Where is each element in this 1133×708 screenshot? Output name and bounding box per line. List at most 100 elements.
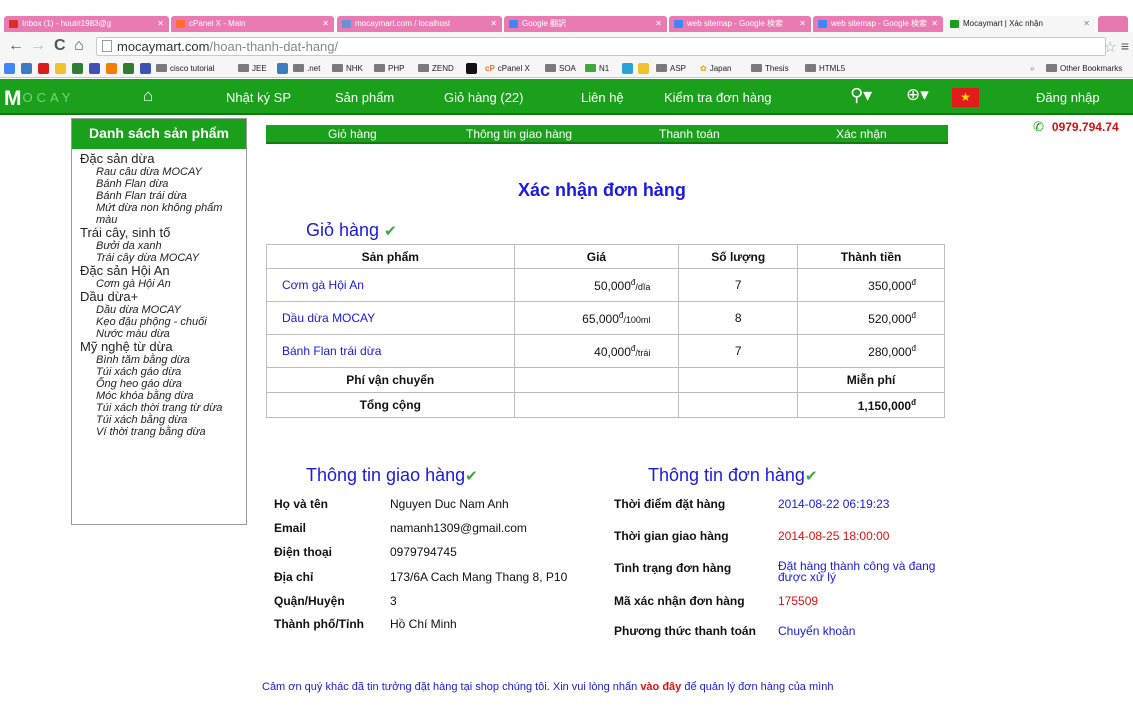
- nav-nhat-ky-sp[interactable]: Nhật ký SP: [226, 90, 291, 105]
- bookmark-asp[interactable]: ASP: [656, 62, 686, 75]
- category-my-nghe[interactable]: Mỹ nghệ từ dừa: [80, 340, 246, 354]
- bookmark-icon[interactable]: [106, 63, 117, 74]
- close-icon[interactable]: ✕: [157, 16, 164, 32]
- close-icon[interactable]: ✕: [655, 16, 662, 32]
- bookmark-icon[interactable]: [466, 63, 477, 74]
- bookmark-jee[interactable]: JEE: [238, 62, 267, 75]
- address-bar-row: ← → C ⌂ mocaymart.com/hoan-thanh-dat-han…: [0, 32, 1133, 60]
- folder-icon: [332, 64, 343, 72]
- bookmark-soa[interactable]: SOA: [545, 62, 576, 75]
- bookmark-icon[interactable]: [21, 63, 32, 74]
- chevron-right-icon[interactable]: »: [1030, 62, 1034, 75]
- vietnam-flag-icon[interactable]: ★: [952, 88, 979, 107]
- tab-google-translate[interactable]: Google 翻訳 ✕: [504, 16, 667, 32]
- currency-symbol: đ: [911, 397, 916, 407]
- sidebar-item[interactable]: Ví thời trang bằng dừa: [80, 426, 246, 438]
- bookmark-icon[interactable]: [638, 63, 649, 74]
- sidebar-item[interactable]: Bánh Flan dừa: [80, 178, 246, 190]
- sidebar-item[interactable]: Bình tăm bằng dừa: [80, 354, 246, 366]
- bookmark-icon[interactable]: [123, 63, 134, 74]
- bookmark-dotnet[interactable]: .net: [293, 62, 320, 75]
- tab-google-search-2[interactable]: web sitemap - Google 検索 ✕: [813, 16, 943, 32]
- bookmark-zend[interactable]: ZEND: [418, 62, 454, 75]
- close-icon[interactable]: ✕: [490, 16, 497, 32]
- bookmark-thesis[interactable]: Thesis: [751, 62, 789, 75]
- nav-san-pham[interactable]: Sản phẩm: [335, 90, 394, 105]
- bookmark-icon[interactable]: [277, 63, 288, 74]
- nav-lien-he[interactable]: Liên hệ: [581, 90, 624, 105]
- line-total-value: 520,000: [868, 311, 912, 326]
- sidebar-item[interactable]: Móc khóa bằng dừa: [80, 390, 246, 402]
- category-dau-dua[interactable]: Dầu dừa+: [80, 290, 246, 304]
- bookmark-nhk[interactable]: NHK: [332, 62, 363, 75]
- home-icon[interactable]: ⌂: [143, 86, 153, 106]
- logo-letter: M: [4, 87, 23, 110]
- tab-localhost[interactable]: mocaymart.com / localhost ✕: [337, 16, 502, 32]
- bookmark-star-icon[interactable]: ☆: [1104, 38, 1117, 56]
- login-link[interactable]: Đăng nhập: [1036, 90, 1100, 105]
- sidebar-item[interactable]: Túi xách gáo dừa: [80, 366, 246, 378]
- back-icon[interactable]: ←: [8, 36, 24, 56]
- bookmark-label: Thesis: [765, 64, 789, 73]
- sidebar-item[interactable]: Ống heo gáo dừa: [80, 378, 246, 390]
- nav-gio-hang[interactable]: Giỏ hàng (22): [444, 90, 524, 105]
- bookmark-n1[interactable]: N1: [585, 62, 609, 75]
- youtube-icon[interactable]: [38, 63, 49, 74]
- category-hoi-an[interactable]: Đặc sản Hội An: [80, 264, 246, 278]
- product-link[interactable]: Dầu dừa MOCAY: [266, 301, 515, 335]
- close-icon[interactable]: ✕: [931, 16, 938, 32]
- sidebar-item[interactable]: Túi xách thời trang từ dừa: [80, 402, 246, 414]
- bookmark-other[interactable]: Other Bookmarks: [1046, 62, 1122, 75]
- menu-icon[interactable]: ≡: [1121, 38, 1129, 54]
- bookmark-icon[interactable]: [55, 63, 66, 74]
- bookmark-icon[interactable]: [89, 63, 100, 74]
- bookmark-label: cisco tutorial: [170, 64, 215, 73]
- total-label: Tổng cộng: [266, 392, 515, 418]
- bookmark-cisco-tutorial[interactable]: cisco tutorial: [156, 62, 214, 75]
- bookmark-icon[interactable]: [72, 63, 83, 74]
- home-icon[interactable]: ⌂: [74, 36, 84, 56]
- bookmark-cpanel[interactable]: cP cPanel X: [485, 62, 530, 75]
- mail-icon: [9, 20, 18, 28]
- product-link[interactable]: Cơm gà Hội An: [266, 268, 515, 302]
- sidebar-item[interactable]: Bánh Flan trái dừa: [80, 190, 246, 202]
- tab-cpanel[interactable]: cPanel X - Main ✕: [171, 16, 334, 32]
- sidebar-item[interactable]: Kẹo đậu phộng - chuối: [80, 316, 246, 328]
- bookmark-html5[interactable]: HTML5: [805, 62, 845, 75]
- url-input[interactable]: mocaymart.com/hoan-thanh-dat-hang/: [96, 37, 1106, 56]
- apps-icon[interactable]: [4, 63, 15, 74]
- sidebar-item[interactable]: Dầu dừa MOCAY: [80, 304, 246, 316]
- bookmark-japan[interactable]: ✿ Japan: [700, 62, 732, 75]
- manage-orders-link[interactable]: vào đây: [640, 681, 681, 693]
- close-icon[interactable]: ✕: [1083, 16, 1090, 32]
- globe-icon[interactable]: ⊕▾: [906, 85, 929, 105]
- hotline[interactable]: ✆ 0979.794.74: [1033, 119, 1119, 135]
- tab-mocaymart[interactable]: Mocaymart | Xác nhận ✕: [945, 16, 1095, 32]
- category-dac-san-dua[interactable]: Đặc sản dừa: [80, 152, 246, 166]
- tab-google-search-1[interactable]: web sitemap - Google 検索 ✕: [669, 16, 811, 32]
- step-xac-nhan: Xác nhận: [836, 127, 887, 141]
- delivery-title-text: Thông tin giao hàng: [306, 465, 466, 485]
- tab-inbox[interactable]: Inbox (1) - huutri1983@g ✕: [4, 16, 169, 32]
- sidebar-item[interactable]: Rau câu dừa MOCAY: [80, 166, 246, 178]
- bookmark-php[interactable]: PHP: [374, 62, 404, 75]
- bookmark-icon[interactable]: [622, 63, 633, 74]
- info-label: Họ và tên: [274, 497, 329, 511]
- japan-icon: ✿: [700, 64, 707, 73]
- reload-icon[interactable]: C: [54, 36, 66, 56]
- close-icon[interactable]: ✕: [799, 16, 806, 32]
- close-icon[interactable]: ✕: [322, 16, 329, 32]
- forward-icon[interactable]: →: [30, 36, 46, 56]
- nav-kiem-tra-don-hang[interactable]: Kiểm tra đơn hàng: [664, 90, 772, 105]
- bookmark-icon[interactable]: [140, 63, 151, 74]
- category-trai-cay[interactable]: Trái cây, sinh tố: [80, 226, 246, 240]
- site-logo[interactable]: MOCAY: [4, 87, 74, 111]
- sidebar-item[interactable]: Mứt dừa non không phẩm màu: [80, 202, 246, 226]
- cart-section-title: Giỏ hàng ✔: [306, 220, 397, 241]
- search-icon[interactable]: ⚲▾: [850, 85, 872, 106]
- new-tab-button[interactable]: [1098, 16, 1128, 32]
- sidebar-item[interactable]: Túi xách bằng dừa: [80, 414, 246, 426]
- bookmarks-bar: cisco tutorial JEE .net NHK PHP ZEND cP c…: [0, 60, 1133, 78]
- product-link[interactable]: Bánh Flan trái dừa: [266, 334, 515, 368]
- sidebar-item[interactable]: Bưởi da xanh: [80, 240, 246, 252]
